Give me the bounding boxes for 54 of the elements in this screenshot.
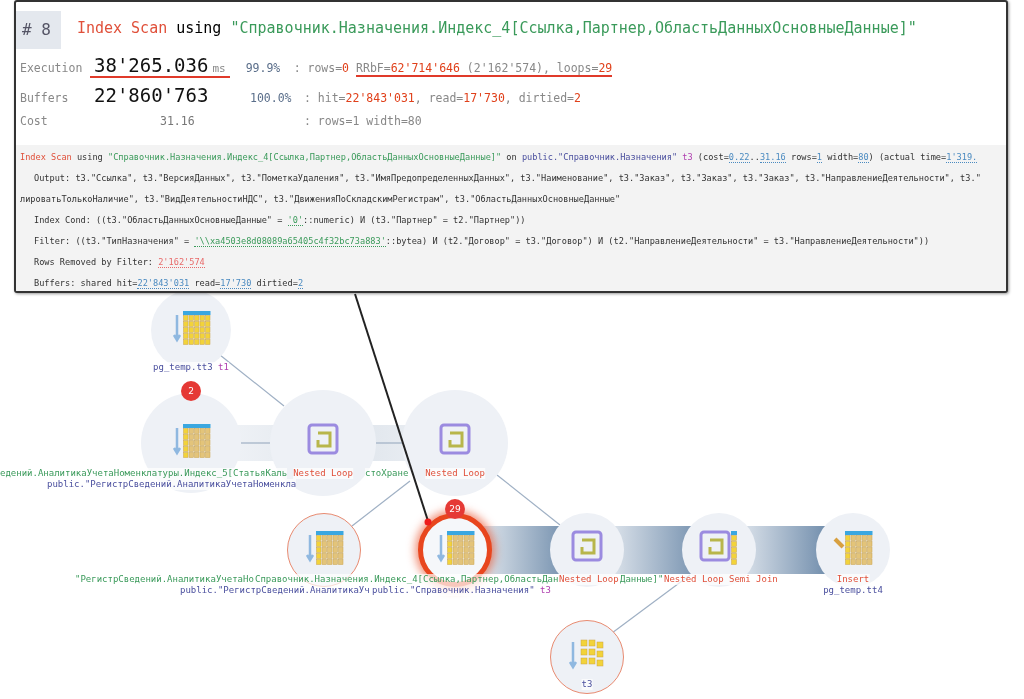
node-label: Nested Loop — [559, 574, 619, 585]
node-title: Index Scan using "Справочник.Назначения.Индекс_4[Ссылка,Партнер,ОбластьДанныхОсновныеДанные]" — [76, 19, 917, 37]
loop-icon — [439, 423, 471, 455]
node-label: public."РегистрСведений.АналитикаУч — [180, 585, 370, 596]
node-label: едений.АналитикаУчетаНоменклатуры.Индекс_5[СтатьяКаль — [0, 468, 288, 479]
connector-line — [351, 480, 411, 527]
plan-detail-line: Output: t3."Ссылка", t3."ВерсияДанных", t3."ПометкаУдаления", t3."ИмяПредопределенныхДанных", t3."Наименование", t3."Заказ", t3."Заказ", t3."Заказ", t3."НаправлениеДеятельности", t3." — [33, 172, 982, 185]
metric-details: : rows=1 width=80 — [303, 114, 422, 128]
connector-line — [496, 474, 561, 526]
node-label: t3 — [581, 679, 593, 690]
metric-unit: ms — [212, 62, 226, 75]
node-number: # 8 — [16, 11, 61, 49]
node-label: Nested Loop Semi Join — [664, 574, 778, 585]
plan-detail-line: лироватьТолькоНаличие", t3."ВидДеятельностиНДС", t3."ДвиженияПоСкладскимРегистрам", t3."ОбластьДанныхОсновныеДанные" — [20, 193, 622, 206]
metric-value: 31.16 — [159, 114, 195, 128]
metric-value: 38'265.036 — [93, 54, 209, 76]
metric-label: Cost — [19, 114, 49, 128]
plan-detail-line: Index Cond: ((t3."ОбластьДанныхОсновныеДанные" = '0'::numeric) И (t3."Партнер" = t2."Партнер")) — [33, 214, 527, 228]
count-badge: 29 — [445, 499, 465, 519]
metric-label: Execution — [19, 61, 84, 75]
plan-detail-line: Filter: ((t3."ТипНазначения" = '\\xa4503e8d08089a65405c4f32bc73a883'::bytea) И (t2."Договор" = t3."Договор") И (t2."НаправлениеДеятельности" = t3."НаправлениеДеятельности")) — [33, 235, 931, 249]
plan-detail-line: Rows Removed by Filter: 2'162'574 — [33, 256, 206, 270]
count-badge: 2 — [181, 381, 201, 401]
node-label: public."Справочник.Назначения" t3 — [372, 585, 551, 596]
metric-details: : hit=22'843'031, read=17'730, dirtied=2 — [303, 91, 581, 105]
node-label: Nested Loop — [293, 468, 353, 479]
loop-icon — [307, 423, 339, 455]
node-label: pg_temp.tt3 t1 — [153, 362, 229, 373]
node-label: pg_temp.tt4 — [823, 585, 883, 596]
node-label: public."РегистрСведений.АналитикаУчетаНоменкла — [47, 479, 297, 490]
table-grid-icon — [436, 531, 475, 565]
pencil-grid-icon — [833, 531, 873, 565]
node-label: Nested Loop — [425, 468, 485, 479]
loop-icon — [571, 530, 603, 562]
node-label: Данные]" — [620, 574, 664, 585]
dot-grid-icon — [568, 639, 604, 670]
connector-line — [219, 354, 285, 407]
node-label: Insert — [836, 574, 870, 585]
connector-line — [375, 442, 403, 444]
connector-line — [240, 442, 271, 444]
node-label: Справочник.Назначения.Индекс_4[Ссылка,Партнер,ОбластьДан — [255, 574, 559, 585]
table-grid-icon — [172, 424, 211, 458]
table-grid-icon — [172, 311, 211, 345]
metric-value: 22'860'763 — [93, 84, 209, 106]
metric-percent: 99.9% — [245, 61, 282, 75]
node-label: "РегистрСведений.АналитикаУчетаНо — [75, 574, 254, 585]
metric-details: : rows=0 RRbF=62'714'646 (2'162'574), loops=29 — [292, 61, 613, 77]
table-grid-icon — [305, 531, 344, 565]
plan-detail-line: Buffers: shared hit=22'843'031 read=17'730 dirtied=2 — [33, 277, 305, 291]
loop-column-icon — [699, 530, 737, 565]
plan-detail-line: Index Scan using "Справочник.Назначения.Индекс_4[Ссылка,Партнер,ОбластьДанныхОсновныеДанные]" on public."Справочник.Назначения" t3 (cost=0.22..31.16 rows=1 width=80) (actual time=1'319. — [20, 151, 979, 165]
node-label: стоХране — [365, 468, 409, 479]
metric-label: Buffers — [19, 91, 70, 105]
metric-percent: 100.0% — [250, 91, 293, 105]
